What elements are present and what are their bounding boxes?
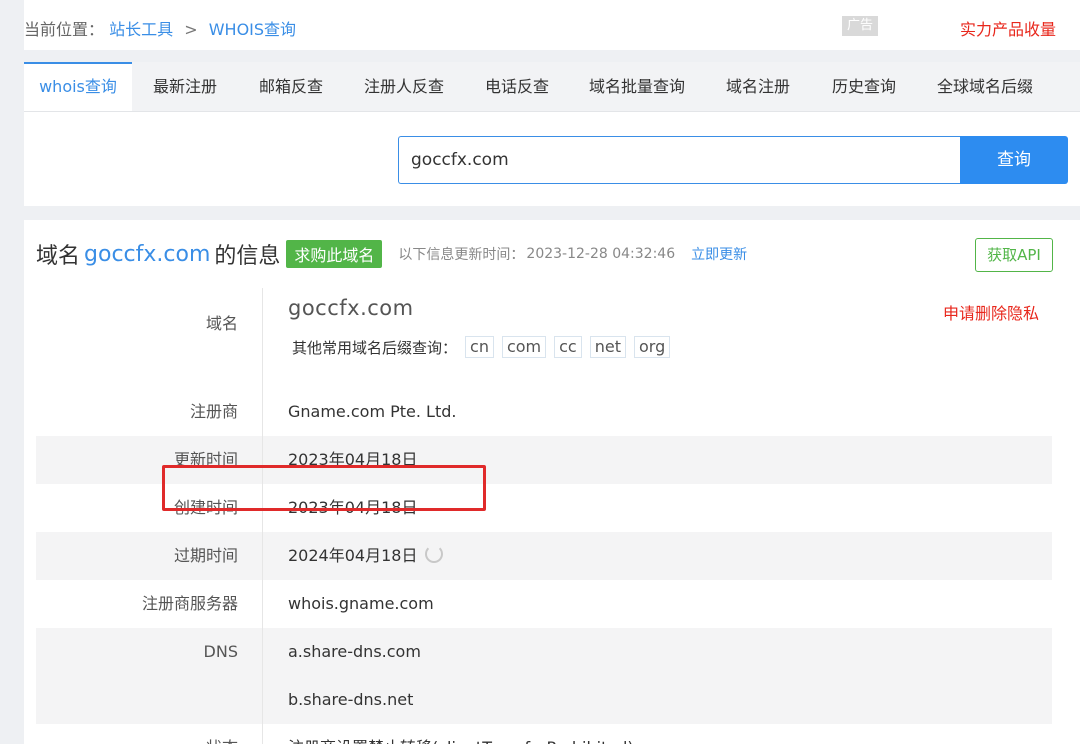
tab-history[interactable]: 历史查询 [812,62,916,111]
row-domain: 域名 goccfx.com 其他常用域名后缀查询： cn com cc net … [36,288,1052,388]
row-label-whois-server: 注册商服务器 [36,580,263,628]
get-api-button[interactable]: 获取API [975,238,1053,272]
suffix-link-org[interactable]: org [633,336,671,358]
search-area: goccfx.com 查询 [24,112,1080,206]
domain-search-input[interactable]: goccfx.com [398,136,962,184]
row-label-expires: 过期时间 [36,532,263,580]
tab-whois[interactable]: whois查询 [24,62,132,111]
update-time-label: 以下信息更新时间： [398,247,525,263]
row-dns: DNS a.share-dns.com b.share-dns.net [36,628,1052,724]
ad-badge: 广告 [842,16,878,36]
row-whois-server: 注册商服务器 whois.gname.com [36,580,1052,628]
tab-registrant-reverse[interactable]: 注册人反查 [344,62,464,111]
search-button[interactable]: 查询 [960,136,1068,184]
tab-email-reverse[interactable]: 邮箱反查 [238,62,344,111]
row-label-updated: 更新时间 [36,436,263,484]
tool-tabs: whois查询 最新注册 邮箱反查 注册人反查 电话反查 域名批量查询 域名注册… [24,62,1080,112]
info-title-domain[interactable]: goccfx.com [84,242,210,267]
tab-latest-registered[interactable]: 最新注册 [132,62,238,111]
row-expires: 过期时间 2024年04月18日 [36,532,1052,580]
breadcrumb-separator: > [184,20,198,39]
row-registrar: 注册商 Gname.com Pte. Ltd. [36,388,1052,436]
expires-value: 2024年04月18日 [288,546,418,565]
whois-table: 域名 goccfx.com 其他常用域名后缀查询： cn com cc net … [36,288,1052,744]
suffix-link-cc[interactable]: cc [554,336,582,358]
created-value: 2023年04月18日 [288,498,418,517]
row-status: 状态 注册商设置禁止转移(clientTransferProhibited) [36,724,1052,744]
refresh-spinner-icon[interactable] [425,545,444,563]
row-created: 创建时间 2023年04月18日 [36,484,1052,532]
info-header: 域名 goccfx.com 的信息 求购此域名 以下信息更新时间： 2023-1… [36,238,747,270]
tab-phone-reverse[interactable]: 电话反查 [464,62,570,111]
row-updated: 更新时间 2023年04月18日 [36,436,1052,484]
domain-value: goccfx.com [288,296,414,320]
row-label-domain: 域名 [36,288,263,388]
row-label-registrar: 注册商 [36,388,263,436]
other-suffixes: 其他常用域名后缀查询： cn com cc net org [292,336,671,358]
tab-batch-query[interactable]: 域名批量查询 [570,62,704,111]
whois-server-value: whois.gname.com [288,594,434,613]
dns-value-1: a.share-dns.com [288,642,421,661]
row-label-dns: DNS [36,628,263,724]
tab-global-suffix[interactable]: 全球域名后缀 [916,62,1054,111]
suffix-label: 其他常用域名后缀查询： [292,338,458,357]
row-label-status: 状态 [36,724,263,744]
suffix-link-com[interactable]: com [501,336,547,358]
suffix-link-cn[interactable]: cn [465,336,494,358]
status-value: 注册商设置禁止转移(clientTransferProhibited) [288,724,634,744]
expires-row-content: 2024年04月18日 [288,532,444,580]
info-title-prefix: 域名 [36,244,81,269]
breadcrumb: 当前位置： 站长工具 > WHOIS查询 [24,16,296,40]
suffix-link-net[interactable]: net [589,336,626,358]
whois-info-panel: 域名 goccfx.com 的信息 求购此域名 以下信息更新时间： 2023-1… [24,220,1080,744]
ad-link[interactable]: 实力产品收量 [960,16,1056,40]
tab-domain-register[interactable]: 域名注册 [704,62,812,111]
updated-value: 2023年04月18日 [288,450,418,469]
breadcrumb-link-tools[interactable]: 站长工具 [109,20,173,39]
buy-domain-button[interactable]: 求购此域名 [286,240,383,268]
update-time-value: 2023-12-28 04:32:46 [526,246,676,262]
info-title-suffix: 的信息 [214,244,281,269]
row-label-created: 创建时间 [36,484,263,532]
refresh-now-link[interactable]: 立即更新 [691,244,747,264]
breadcrumb-prefix: 当前位置： [24,20,105,39]
breadcrumb-current[interactable]: WHOIS查询 [209,20,296,39]
delete-privacy-link[interactable]: 申请删除隐私 [943,300,1039,324]
registrar-value: Gname.com Pte. Ltd. [288,402,457,421]
dns-value-2: b.share-dns.net [288,690,414,709]
